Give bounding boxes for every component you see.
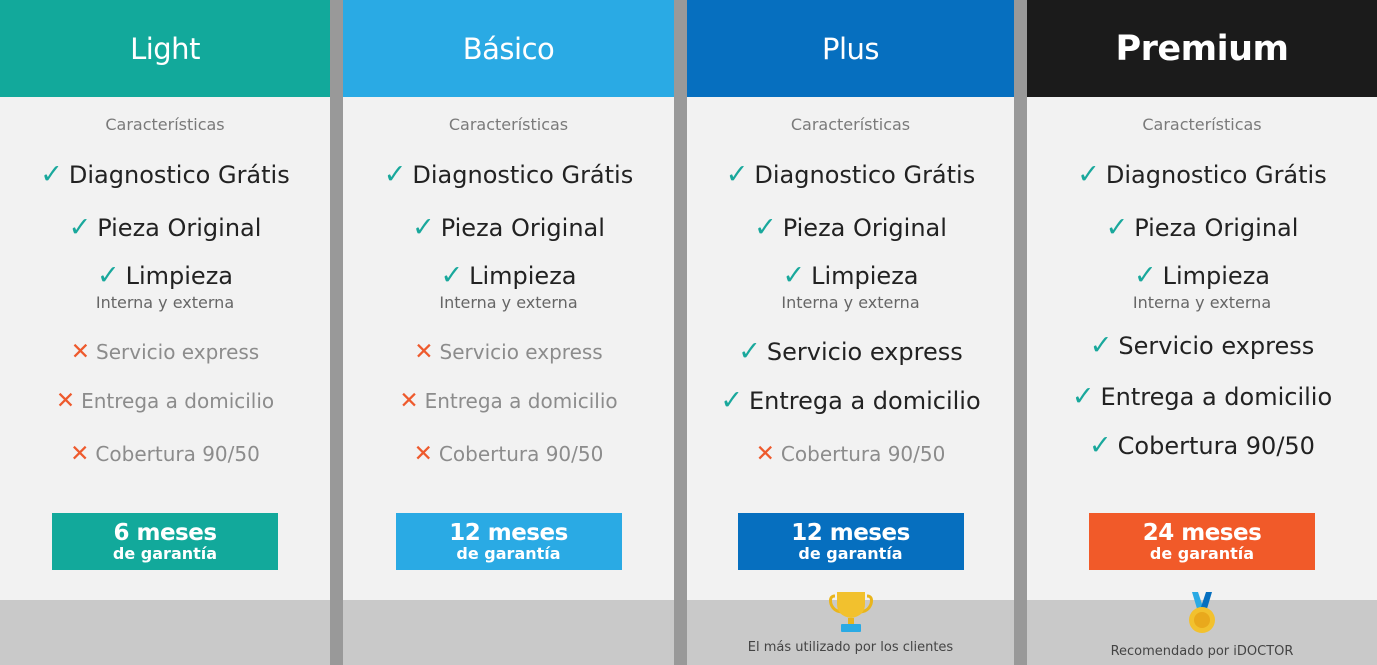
feature-item: ✕ Servicio express bbox=[414, 339, 603, 365]
features-list: Características ✓ Diagnostico Grátis ✓ Pie… bbox=[1027, 97, 1377, 601]
feature-item: ✓ Diagnostico Grátis bbox=[40, 159, 290, 190]
check-icon: ✓ bbox=[782, 260, 806, 291]
footer-caption: Recomendado por iDOCTOR bbox=[1110, 644, 1294, 659]
feature-item: ✓ Cobertura 90/50 bbox=[1089, 430, 1315, 461]
plan-basico: Básico Características ✓ Diagnostico Grát… bbox=[343, 0, 674, 665]
features-list: Características ✓ Diagnostico Grátis ✓ Pie… bbox=[343, 97, 674, 601]
medal-icon bbox=[1189, 592, 1215, 633]
feature-item: ✓ Limpieza Interna y externa bbox=[1027, 262, 1377, 311]
feature-sublabel: Interna y externa bbox=[95, 293, 235, 312]
feature-item: ✓ Pieza Original bbox=[754, 212, 947, 243]
plan-plus: Plus Características ✓ Diagnostico Grátis… bbox=[687, 0, 1014, 665]
warranty-label: de garantía bbox=[456, 544, 561, 563]
features-title: Características bbox=[448, 115, 569, 134]
warranty-months: 12 meses bbox=[791, 520, 910, 546]
cross-icon: ✕ bbox=[414, 339, 434, 365]
feature-item: ✓ Servicio express bbox=[1089, 330, 1315, 361]
trophy-icon bbox=[828, 592, 873, 632]
warranty-label: de garantía bbox=[798, 544, 903, 563]
cross-icon: ✕ bbox=[70, 339, 91, 365]
feature-item: ✕ Entrega a domicilio bbox=[399, 388, 618, 414]
feature-item: ✓ Limpieza Interna y externa bbox=[0, 262, 330, 311]
check-icon: ✓ bbox=[1077, 159, 1100, 190]
cross-icon: ✕ bbox=[413, 441, 433, 467]
check-icon: ✓ bbox=[754, 212, 777, 243]
feature-item: ✓ Entrega a domicilio bbox=[720, 385, 981, 416]
feature-item: ✕ Cobertura 90/50 bbox=[755, 441, 946, 467]
cross-icon: ✕ bbox=[399, 388, 419, 414]
feature-item: ✓ Limpieza Interna y externa bbox=[343, 262, 674, 311]
plan-premium-title: Premium bbox=[1027, 0, 1377, 97]
feature-item: ✕ Cobertura 90/50 bbox=[413, 441, 604, 467]
feature-item: ✓ Pieza Original bbox=[1105, 212, 1299, 243]
check-icon: ✓ bbox=[440, 260, 464, 291]
plan-footer bbox=[0, 600, 330, 665]
feature-item: ✓ Diagnostico Grátis bbox=[383, 159, 634, 190]
check-icon: ✓ bbox=[96, 260, 120, 291]
cross-icon: ✕ bbox=[755, 441, 775, 467]
warranty-badge: 6 meses de garantía bbox=[52, 513, 278, 570]
check-icon: ✓ bbox=[68, 212, 92, 243]
check-icon: ✓ bbox=[412, 212, 435, 243]
check-icon: ✓ bbox=[1089, 430, 1112, 461]
check-icon: ✓ bbox=[725, 159, 749, 190]
feature-item: ✕ Cobertura 90/50 bbox=[70, 441, 260, 467]
warranty-badge: 12 meses de garantía bbox=[395, 513, 622, 570]
feature-item: ✓ Entrega a domicilio bbox=[1071, 381, 1333, 412]
check-icon: ✓ bbox=[1089, 330, 1113, 361]
features-title: Características bbox=[1142, 115, 1262, 134]
footer-caption: El más utilizado por los clientes bbox=[747, 640, 954, 655]
plan-light-title: Light bbox=[0, 0, 330, 97]
feature-item: ✕ Servicio express bbox=[70, 339, 260, 365]
feature-item: ✓ Diagnostico Grátis bbox=[725, 159, 976, 190]
feature-item: ✓ Pieza Original bbox=[412, 212, 605, 243]
feature-item: ✕ Entrega a domicilio bbox=[55, 388, 275, 414]
plan-basico-title: Básico bbox=[343, 0, 674, 97]
features-list: Características ✓ Diagnostico Grátis ✓ Pie… bbox=[687, 97, 1014, 601]
warranty-label: de garantía bbox=[1149, 544, 1255, 563]
check-icon: ✓ bbox=[720, 385, 743, 416]
warranty-badge: 12 meses de garantía bbox=[737, 513, 964, 570]
feature-item: ✓ Pieza Original bbox=[68, 212, 262, 243]
check-icon: ✓ bbox=[40, 159, 63, 190]
feature-item: ✓ Limpieza Interna y externa bbox=[687, 262, 1014, 311]
check-icon: ✓ bbox=[1105, 212, 1129, 243]
cross-icon: ✕ bbox=[55, 388, 76, 414]
plan-footer bbox=[343, 600, 674, 665]
features-title: Características bbox=[105, 115, 225, 134]
features-title: Características bbox=[790, 115, 911, 134]
plan-footer: El más utilizado por los clientes bbox=[687, 592, 1014, 665]
check-icon: ✓ bbox=[383, 159, 407, 190]
warranty-months: 6 meses bbox=[113, 520, 217, 546]
check-icon: ✓ bbox=[738, 336, 761, 367]
check-icon: ✓ bbox=[1071, 381, 1095, 412]
pricing-plans: Light Características ✓ Diagnostico Gráti… bbox=[0, 0, 1377, 665]
plan-light: Light Características ✓ Diagnostico Gráti… bbox=[0, 0, 330, 665]
cross-icon: ✕ bbox=[70, 441, 90, 467]
feature-sublabel: Interna y externa bbox=[1132, 293, 1272, 312]
plan-plus-title: Plus bbox=[687, 0, 1014, 97]
warranty-badge: 24 meses de garantía bbox=[1089, 513, 1315, 570]
check-icon: ✓ bbox=[1133, 260, 1157, 291]
warranty-label: de garantía bbox=[112, 544, 218, 563]
feature-sublabel: Interna y externa bbox=[439, 293, 578, 312]
plan-premium: Premium Características ✓ Diagnostico Grá… bbox=[1027, 0, 1377, 665]
feature-item: ✓ Servicio express bbox=[738, 336, 963, 367]
feature-item: ✓ Diagnostico Grátis bbox=[1077, 159, 1327, 190]
warranty-months: 24 meses bbox=[1142, 520, 1262, 546]
plan-footer: Recomendado por iDOCTOR bbox=[1027, 592, 1377, 665]
warranty-months: 12 meses bbox=[449, 520, 568, 546]
feature-sublabel: Interna y externa bbox=[781, 293, 920, 312]
features-list: Características ✓ Diagnostico Grátis ✓ Pie… bbox=[0, 97, 330, 601]
